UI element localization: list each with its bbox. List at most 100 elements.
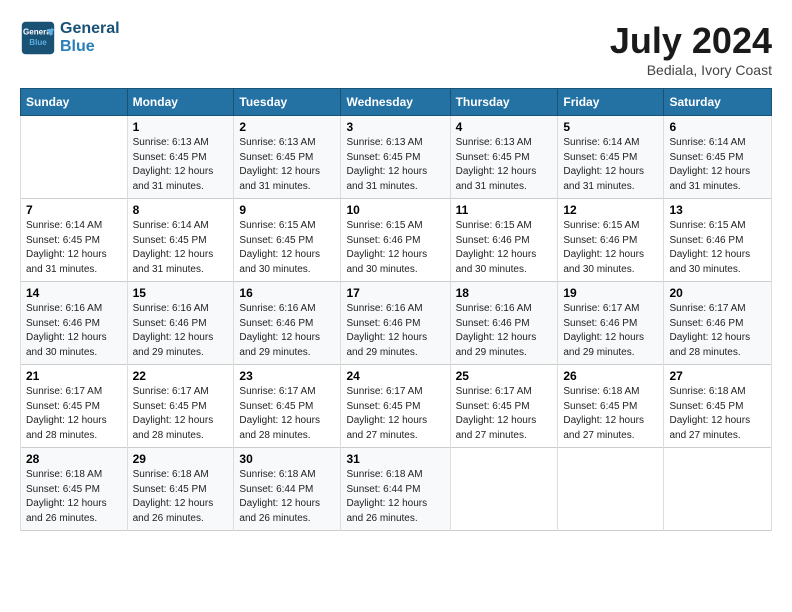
day-info: Sunrise: 6:16 AM Sunset: 6:46 PM Dayligh… xyxy=(239,302,335,360)
day-number: 10 xyxy=(346,203,444,217)
week-row-5: 28 Sunrise: 6:18 AM Sunset: 6:45 PM Dayli… xyxy=(21,448,772,531)
calendar-cell: 21 Sunrise: 6:17 AM Sunset: 6:45 PM Dayli… xyxy=(21,365,128,448)
day-info: Sunrise: 6:16 AM Sunset: 6:46 PM Dayligh… xyxy=(346,302,444,360)
day-number: 11 xyxy=(456,203,553,217)
calendar-cell: 26 Sunrise: 6:18 AM Sunset: 6:45 PM Dayli… xyxy=(558,365,664,448)
day-number: 2 xyxy=(239,120,335,134)
day-number: 20 xyxy=(669,286,766,300)
calendar-cell: 29 Sunrise: 6:18 AM Sunset: 6:45 PM Dayli… xyxy=(127,448,234,531)
day-number: 24 xyxy=(346,369,444,383)
calendar-cell: 18 Sunrise: 6:16 AM Sunset: 6:46 PM Dayli… xyxy=(450,282,558,365)
calendar-cell: 1 Sunrise: 6:13 AM Sunset: 6:45 PM Daylig… xyxy=(127,116,234,199)
calendar-cell: 25 Sunrise: 6:17 AM Sunset: 6:45 PM Dayli… xyxy=(450,365,558,448)
day-number: 25 xyxy=(456,369,553,383)
calendar-cell xyxy=(664,448,772,531)
logo-text: General Blue xyxy=(60,20,120,55)
calendar-cell: 14 Sunrise: 6:16 AM Sunset: 6:46 PM Dayli… xyxy=(21,282,128,365)
day-info: Sunrise: 6:14 AM Sunset: 6:45 PM Dayligh… xyxy=(26,219,122,277)
week-row-2: 7 Sunrise: 6:14 AM Sunset: 6:45 PM Daylig… xyxy=(21,199,772,282)
calendar-cell: 9 Sunrise: 6:15 AM Sunset: 6:45 PM Daylig… xyxy=(234,199,341,282)
col-header-saturday: Saturday xyxy=(664,89,772,116)
calendar-cell: 6Sunrise: 6:14 AM Sunset: 6:45 PM Daylig… xyxy=(664,116,772,199)
day-info: Sunrise: 6:16 AM Sunset: 6:46 PM Dayligh… xyxy=(456,302,553,360)
week-row-4: 21 Sunrise: 6:17 AM Sunset: 6:45 PM Dayli… xyxy=(21,365,772,448)
calendar-cell: 11 Sunrise: 6:15 AM Sunset: 6:46 PM Dayli… xyxy=(450,199,558,282)
col-header-sunday: Sunday xyxy=(21,89,128,116)
day-info: Sunrise: 6:13 AM Sunset: 6:45 PM Dayligh… xyxy=(346,136,444,194)
week-row-1: 1 Sunrise: 6:13 AM Sunset: 6:45 PM Daylig… xyxy=(21,116,772,199)
calendar-cell: 10 Sunrise: 6:15 AM Sunset: 6:46 PM Dayli… xyxy=(341,199,450,282)
header-row: SundayMondayTuesdayWednesdayThursdayFrid… xyxy=(21,89,772,116)
day-number: 7 xyxy=(26,203,122,217)
day-info: Sunrise: 6:14 AM Sunset: 6:45 PM Dayligh… xyxy=(563,136,658,194)
calendar-cell: 24Sunrise: 6:17 AM Sunset: 6:45 PM Dayli… xyxy=(341,365,450,448)
day-number: 29 xyxy=(133,452,229,466)
col-header-monday: Monday xyxy=(127,89,234,116)
calendar-cell: 31 Sunrise: 6:18 AM Sunset: 6:44 PM Dayli… xyxy=(341,448,450,531)
day-info: Sunrise: 6:17 AM Sunset: 6:46 PM Dayligh… xyxy=(563,302,658,360)
day-number: 27 xyxy=(669,369,766,383)
month-title: July 2024 xyxy=(610,20,772,62)
day-number: 18 xyxy=(456,286,553,300)
calendar-cell: 8 Sunrise: 6:14 AM Sunset: 6:45 PM Daylig… xyxy=(127,199,234,282)
day-info: Sunrise: 6:18 AM Sunset: 6:45 PM Dayligh… xyxy=(133,468,229,526)
title-block: July 2024 Bediala, Ivory Coast xyxy=(610,20,772,78)
day-info: Sunrise: 6:18 AM Sunset: 6:44 PM Dayligh… xyxy=(346,468,444,526)
week-row-3: 14 Sunrise: 6:16 AM Sunset: 6:46 PM Dayli… xyxy=(21,282,772,365)
day-info: Sunrise: 6:16 AM Sunset: 6:46 PM Dayligh… xyxy=(26,302,122,360)
day-info: Sunrise: 6:14 AM Sunset: 6:45 PM Dayligh… xyxy=(133,219,229,277)
day-info: Sunrise: 6:16 AM Sunset: 6:46 PM Dayligh… xyxy=(133,302,229,360)
calendar-table: SundayMondayTuesdayWednesdayThursdayFrid… xyxy=(20,88,772,531)
day-info: Sunrise: 6:15 AM Sunset: 6:46 PM Dayligh… xyxy=(456,219,553,277)
day-info: Sunrise: 6:18 AM Sunset: 6:45 PM Dayligh… xyxy=(563,385,658,443)
calendar-cell: 27 Sunrise: 6:18 AM Sunset: 6:45 PM Dayli… xyxy=(664,365,772,448)
calendar-cell xyxy=(450,448,558,531)
col-header-wednesday: Wednesday xyxy=(341,89,450,116)
calendar-cell: 13 Sunrise: 6:15 AM Sunset: 6:46 PM Dayli… xyxy=(664,199,772,282)
day-info: Sunrise: 6:13 AM Sunset: 6:45 PM Dayligh… xyxy=(133,136,229,194)
header: General Blue General Blue July 2024 Bedi… xyxy=(20,20,772,78)
day-info: Sunrise: 6:13 AM Sunset: 6:45 PM Dayligh… xyxy=(456,136,553,194)
day-number: 31 xyxy=(346,452,444,466)
day-number: 19 xyxy=(563,286,658,300)
day-number: 26 xyxy=(563,369,658,383)
svg-text:Blue: Blue xyxy=(29,38,47,47)
day-number: 14 xyxy=(26,286,122,300)
day-number: 30 xyxy=(239,452,335,466)
day-info: Sunrise: 6:18 AM Sunset: 6:45 PM Dayligh… xyxy=(669,385,766,443)
day-number: 28 xyxy=(26,452,122,466)
day-number: 6 xyxy=(669,120,766,134)
calendar-cell: 4 Sunrise: 6:13 AM Sunset: 6:45 PM Daylig… xyxy=(450,116,558,199)
calendar-cell xyxy=(21,116,128,199)
day-number: 22 xyxy=(133,369,229,383)
calendar-cell: 5 Sunrise: 6:14 AM Sunset: 6:45 PM Daylig… xyxy=(558,116,664,199)
day-number: 15 xyxy=(133,286,229,300)
calendar-cell: 17 Sunrise: 6:16 AM Sunset: 6:46 PM Dayli… xyxy=(341,282,450,365)
day-info: Sunrise: 6:15 AM Sunset: 6:46 PM Dayligh… xyxy=(563,219,658,277)
calendar-cell: 2Sunrise: 6:13 AM Sunset: 6:45 PM Daylig… xyxy=(234,116,341,199)
logo-icon: General Blue xyxy=(20,20,56,56)
day-info: Sunrise: 6:17 AM Sunset: 6:45 PM Dayligh… xyxy=(239,385,335,443)
day-number: 16 xyxy=(239,286,335,300)
calendar-cell: 23Sunrise: 6:17 AM Sunset: 6:45 PM Dayli… xyxy=(234,365,341,448)
calendar-cell: 22Sunrise: 6:17 AM Sunset: 6:45 PM Dayli… xyxy=(127,365,234,448)
day-info: Sunrise: 6:15 AM Sunset: 6:45 PM Dayligh… xyxy=(239,219,335,277)
day-info: Sunrise: 6:15 AM Sunset: 6:46 PM Dayligh… xyxy=(669,219,766,277)
day-number: 9 xyxy=(239,203,335,217)
calendar-cell: 7 Sunrise: 6:14 AM Sunset: 6:45 PM Daylig… xyxy=(21,199,128,282)
col-header-friday: Friday xyxy=(558,89,664,116)
calendar-cell: 12Sunrise: 6:15 AM Sunset: 6:46 PM Dayli… xyxy=(558,199,664,282)
day-number: 17 xyxy=(346,286,444,300)
day-info: Sunrise: 6:17 AM Sunset: 6:45 PM Dayligh… xyxy=(456,385,553,443)
day-number: 13 xyxy=(669,203,766,217)
col-header-tuesday: Tuesday xyxy=(234,89,341,116)
day-number: 1 xyxy=(133,120,229,134)
day-number: 5 xyxy=(563,120,658,134)
day-number: 4 xyxy=(456,120,553,134)
day-number: 21 xyxy=(26,369,122,383)
day-info: Sunrise: 6:17 AM Sunset: 6:45 PM Dayligh… xyxy=(26,385,122,443)
day-info: Sunrise: 6:15 AM Sunset: 6:46 PM Dayligh… xyxy=(346,219,444,277)
day-info: Sunrise: 6:17 AM Sunset: 6:46 PM Dayligh… xyxy=(669,302,766,360)
calendar-cell: 16 Sunrise: 6:16 AM Sunset: 6:46 PM Dayli… xyxy=(234,282,341,365)
day-number: 8 xyxy=(133,203,229,217)
